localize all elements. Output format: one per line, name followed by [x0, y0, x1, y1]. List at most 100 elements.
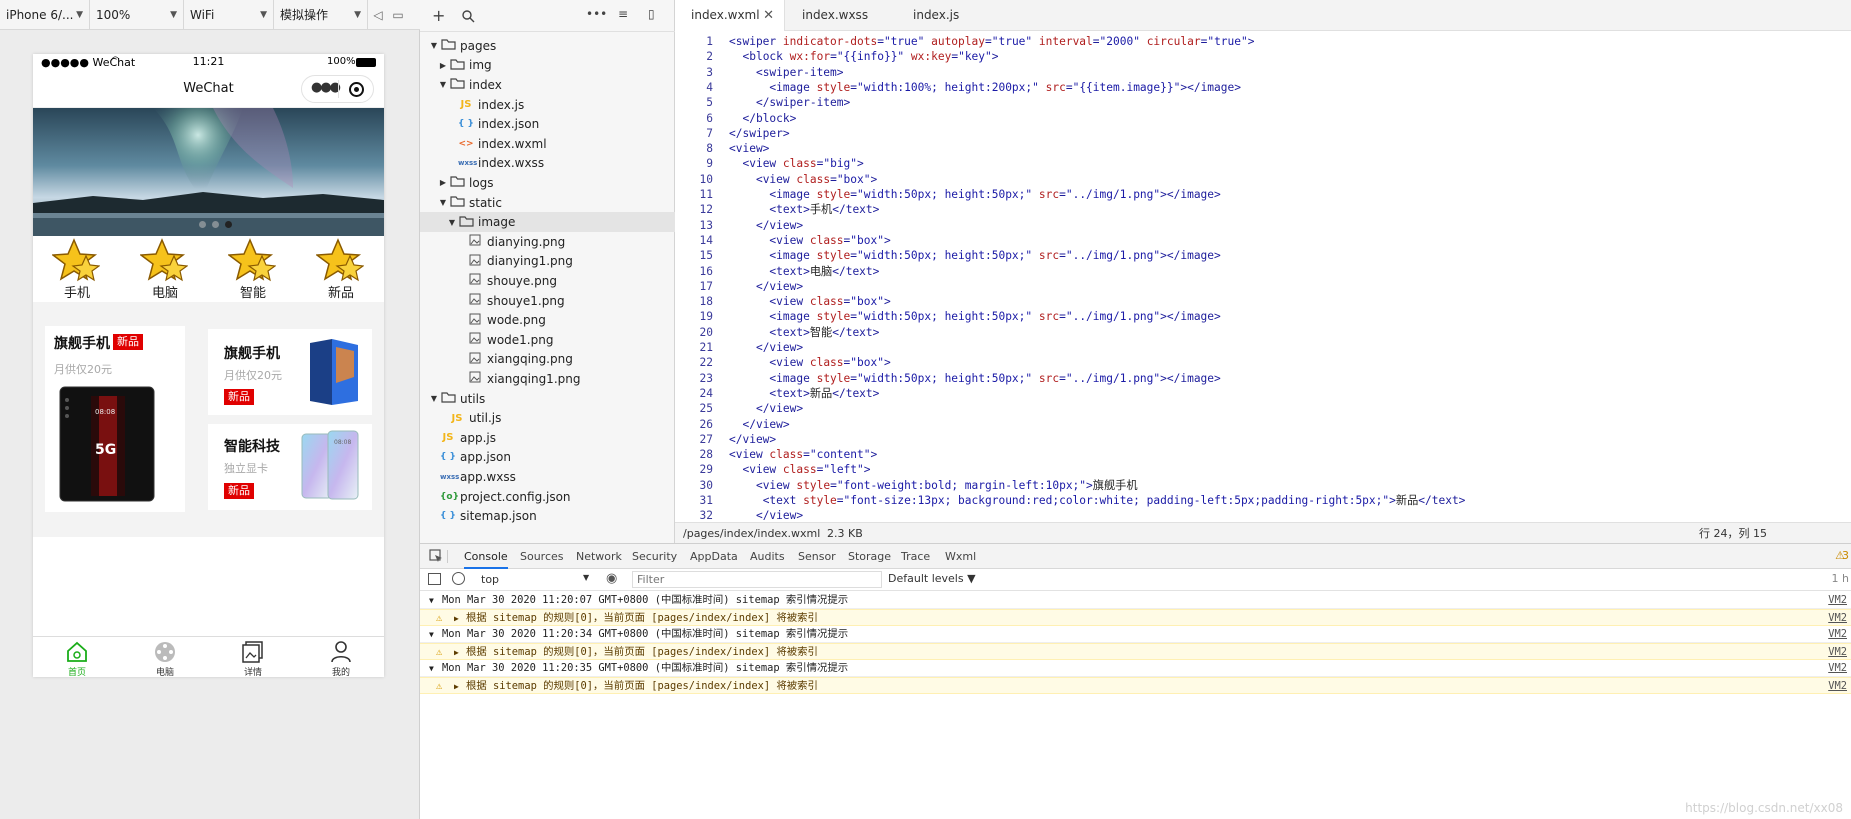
log-warning-row[interactable]: ▶ ⚠ 根据 sitemap 的规则[0]，当前页面 [pages/index/in… — [420, 677, 1851, 694]
expanded-icon[interactable]: ▼ — [437, 80, 449, 89]
eye-icon[interactable]: ◉ — [606, 571, 617, 586]
tab-detail[interactable]: 详情 — [209, 637, 297, 677]
expanded-icon[interactable]: ▼ — [428, 394, 440, 403]
tab-index-js[interactable]: index.js — [897, 0, 1007, 31]
mode-select[interactable]: 模拟操作 ▼ — [274, 0, 368, 30]
file-item[interactable]: { } sitemap.json — [420, 506, 675, 526]
product-card-left[interactable]: 旗舰手机 新品 月供仅20元 08:08 5G — [45, 326, 185, 512]
devtools-tab-console[interactable]: Console — [464, 544, 508, 569]
devtools-tab-security[interactable]: Security — [632, 544, 677, 569]
folder-item[interactable]: ▼ index — [420, 75, 675, 95]
file-item[interactable]: JS util.js — [420, 408, 675, 428]
category-item[interactable]: 手机 — [33, 236, 121, 302]
log-source-link[interactable]: VM2 — [1828, 610, 1847, 627]
log-source-link[interactable]: VM2 — [1828, 660, 1847, 677]
expanded-icon[interactable]: ▼ — [437, 198, 449, 207]
code-text: <view class="big"> — [729, 156, 863, 171]
file-item[interactable]: { } index.json — [420, 114, 675, 134]
file-item[interactable]: dianying.png — [420, 232, 675, 252]
devtools-tab-network[interactable]: Network — [576, 544, 622, 569]
more-icon[interactable]: ●●● — [311, 80, 341, 95]
log-source-link[interactable]: VM2 — [1828, 678, 1847, 695]
expanded-icon[interactable]: ▼ — [428, 41, 440, 50]
file-item[interactable]: wode.png — [420, 310, 675, 330]
log-group-header[interactable]: ▼ Mon Mar 30 2020 11:20:07 GMT+0800 (中国标准… — [420, 592, 1851, 609]
file-item[interactable]: shouye.png — [420, 271, 675, 291]
devtools-tab-storage[interactable]: Storage — [848, 544, 891, 569]
file-item[interactable]: {o} project.config.json — [420, 487, 675, 507]
device-select[interactable]: iPhone 6/... ▼ — [0, 0, 90, 30]
log-warning-row[interactable]: ▶ ⚠ 根据 sitemap 的规则[0]，当前页面 [pages/index/in… — [420, 609, 1851, 626]
devtools-tab-sensor[interactable]: Sensor — [798, 544, 836, 569]
search-icon[interactable] — [462, 10, 475, 23]
file-item[interactable]: dianying1.png — [420, 252, 675, 272]
json-file-icon: { } — [458, 119, 474, 130]
file-item[interactable]: wxss app.wxss — [420, 467, 675, 487]
folder-item[interactable]: ▼ static — [420, 193, 675, 213]
file-item[interactable]: wxss index.wxss — [420, 154, 675, 174]
category-item[interactable]: 电脑 — [121, 236, 209, 302]
collapsed-icon[interactable]: ▶ — [437, 178, 449, 187]
collapsed-icon[interactable]: ▶ — [454, 678, 459, 695]
collapse-all-icon[interactable]: ≡ — [618, 7, 628, 21]
folder-item[interactable]: ▼ pages — [420, 36, 675, 56]
folder-item[interactable]: ▼ image — [420, 212, 675, 232]
volume-icon[interactable]: ◁ — [368, 0, 388, 30]
tab-home[interactable]: 首页 — [33, 637, 121, 677]
add-icon[interactable]: + — [432, 6, 445, 25]
log-source-link[interactable]: VM2 — [1828, 626, 1847, 643]
expanded-icon[interactable]: ▼ — [429, 592, 434, 609]
file-item[interactable]: JS index.js — [420, 95, 675, 115]
collapsed-icon[interactable]: ▶ — [437, 61, 449, 70]
context-select[interactable]: top ▼ — [475, 571, 595, 588]
folder-item[interactable]: ▶ img — [420, 56, 675, 76]
banner-swiper[interactable] — [33, 108, 384, 236]
category-item[interactable]: 新品 — [297, 236, 384, 302]
category-item[interactable]: 智能 — [209, 236, 297, 302]
product-card-right-bottom[interactable]: 智能科技 独立显卡 新品 08:08 — [208, 424, 372, 510]
levels-select[interactable]: Default levels ▼ — [888, 572, 976, 585]
collapsed-icon[interactable]: ▶ — [454, 610, 459, 627]
close-icon[interactable]: ✕ — [763, 0, 774, 31]
collapsed-icon[interactable]: ▶ — [454, 644, 459, 661]
file-item[interactable]: <> index.wxml — [420, 134, 675, 154]
file-item[interactable]: JS app.js — [420, 428, 675, 448]
expanded-icon[interactable]: ▼ — [429, 660, 434, 677]
file-item[interactable]: xiangqing1.png — [420, 369, 675, 389]
clear-console-icon[interactable] — [452, 572, 465, 585]
code-area[interactable]: 1 <swiper indicator-dots="true" autoplay=… — [675, 31, 1851, 522]
tab-mine[interactable]: 我的 — [297, 637, 384, 677]
log-source-link[interactable]: VM2 — [1828, 592, 1847, 609]
log-group-header[interactable]: ▼ Mon Mar 30 2020 11:20:35 GMT+0800 (中国标准… — [420, 660, 1851, 677]
log-warning-row[interactable]: ▶ ⚠ 根据 sitemap 的规则[0]，当前页面 [pages/index/in… — [420, 643, 1851, 660]
expanded-icon[interactable]: ▼ — [429, 626, 434, 643]
devtools-tab-audits[interactable]: Audits — [750, 544, 785, 569]
devtools-tab-wxml[interactable]: Wxml — [945, 544, 976, 569]
close-miniprogram-icon[interactable] — [349, 82, 364, 97]
file-item[interactable]: xiangqing.png — [420, 350, 675, 370]
screenshot-icon[interactable]: ▭ — [388, 0, 408, 30]
folder-item[interactable]: ▶ logs — [420, 173, 675, 193]
tab-computer[interactable]: 电脑 — [121, 637, 209, 677]
more-options-icon[interactable]: ••• — [586, 7, 607, 21]
log-source-link[interactable]: VM2 — [1828, 644, 1847, 661]
file-item[interactable]: { } app.json — [420, 448, 675, 468]
filter-input[interactable] — [632, 571, 882, 588]
sidebar-toggle-icon[interactable] — [428, 573, 441, 585]
expanded-icon[interactable]: ▼ — [446, 218, 458, 227]
tab-index-wxss[interactable]: index.wxss — [786, 0, 896, 31]
code-line: 4 <image style="width:100%; height:200px… — [675, 80, 1851, 95]
inspect-icon[interactable] — [429, 549, 443, 563]
tab-index-wxml[interactable]: index.wxml ✕ — [675, 0, 785, 31]
zoom-select[interactable]: 100% ▼ — [90, 0, 184, 30]
devtools-tab-trace[interactable]: Trace — [901, 544, 930, 569]
product-card-right-top[interactable]: 旗舰手机 月供仅20元 新品 — [208, 329, 372, 415]
file-item[interactable]: wode1.png — [420, 330, 675, 350]
file-item[interactable]: shouye1.png — [420, 291, 675, 311]
devtools-tab-appdata[interactable]: AppData — [690, 544, 738, 569]
network-select[interactable]: WiFi ▼ — [184, 0, 274, 30]
log-group-header[interactable]: ▼ Mon Mar 30 2020 11:20:34 GMT+0800 (中国标准… — [420, 626, 1851, 643]
devtools-tab-sources[interactable]: Sources — [520, 544, 564, 569]
toggle-panel-icon[interactable]: ▯ — [648, 7, 655, 21]
folder-item[interactable]: ▼ utils — [420, 389, 675, 409]
